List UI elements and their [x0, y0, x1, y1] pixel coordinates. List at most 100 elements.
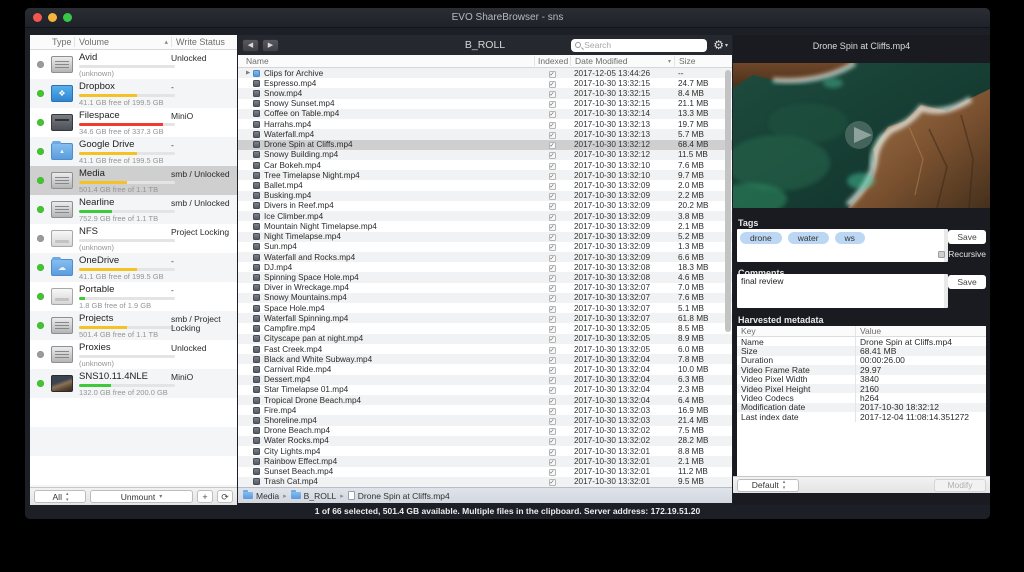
volume-row[interactable]: Projects 501.4 GB free of 1.1 TB smb / P… — [30, 311, 237, 340]
file-row[interactable]: Space Hole.mp4 ✓ 2017-10-30 13:32:07 5.1… — [238, 303, 732, 313]
file-row[interactable]: Drone Beach.mp4 ✓ 2017-10-30 13:32:02 7.… — [238, 426, 732, 436]
tags-box[interactable]: drone waterws — [737, 229, 948, 262]
actions-menu-button[interactable]: ⚙ ▾ — [713, 38, 728, 52]
column-header-value[interactable]: Value — [855, 326, 986, 336]
indexed-checkbox[interactable]: ✓ — [549, 347, 556, 354]
indexed-checkbox[interactable]: ✓ — [549, 438, 556, 445]
indexed-checkbox[interactable]: ✓ — [549, 81, 556, 88]
file-row[interactable]: Water Rocks.mp4 ✓ 2017-10-30 13:32:02 28… — [238, 436, 732, 446]
indexed-checkbox[interactable]: ✓ — [549, 285, 556, 292]
volume-row[interactable]: Media 501.4 GB free of 1.1 TB smb / Unlo… — [30, 166, 237, 195]
volume-row[interactable]: Nearline 752.9 GB free of 1.1 TB smb / U… — [30, 195, 237, 224]
indexed-checkbox[interactable]: ✓ — [549, 469, 556, 476]
indexed-checkbox[interactable]: ✓ — [549, 132, 556, 139]
preset-select[interactable]: Default ▴▾ — [737, 479, 799, 492]
file-row[interactable]: Drone Spin at Cliffs.mp4 ✓ 2017-10-30 13… — [238, 140, 732, 150]
file-row[interactable]: Rainbow Effect.mp4 ✓ 2017-10-30 13:32:01… — [238, 456, 732, 466]
zoom-window-button[interactable] — [63, 13, 72, 22]
file-row[interactable]: Mountain Night Timelapse.mp4 ✓ 2017-10-3… — [238, 221, 732, 231]
file-row[interactable]: Coffee on Table.mp4 ✓ 2017-10-30 13:32:1… — [238, 109, 732, 119]
indexed-checkbox[interactable]: ✓ — [549, 244, 556, 251]
tag-pill[interactable]: drone — [740, 232, 782, 244]
file-row[interactable]: Night Timelapse.mp4 ✓ 2017-10-30 13:32:0… — [238, 232, 732, 242]
indexed-checkbox[interactable]: ✓ — [549, 203, 556, 210]
indexed-checkbox[interactable]: ✓ — [549, 316, 556, 323]
breadcrumb-item[interactable]: Media — [243, 491, 279, 501]
column-header-name[interactable]: Name — [238, 56, 534, 66]
file-row[interactable]: Waterfall Spinning.mp4 ✓ 2017-10-30 13:3… — [238, 313, 732, 323]
indexed-checkbox[interactable]: ✓ — [549, 122, 556, 129]
indexed-checkbox[interactable]: ✓ — [549, 336, 556, 343]
volume-row[interactable]: Google Drive 41.1 GB free of 199.5 GB - — [30, 137, 237, 166]
column-header-indexed[interactable]: Indexed — [534, 56, 570, 66]
close-window-button[interactable] — [33, 13, 42, 22]
file-row[interactable]: Spinning Space Hole.mp4 ✓ 2017-10-30 13:… — [238, 272, 732, 282]
indexed-checkbox[interactable]: ✓ — [549, 357, 556, 364]
file-row[interactable]: Snowy Building.mp4 ✓ 2017-10-30 13:32:12… — [238, 150, 732, 160]
file-row[interactable]: Black and White Subway.mp4 ✓ 2017-10-30 … — [238, 354, 732, 364]
indexed-checkbox[interactable]: ✓ — [549, 91, 556, 98]
recursive-checkbox[interactable] — [938, 251, 945, 258]
tag-pill[interactable]: ws — [835, 232, 865, 244]
indexed-checkbox[interactable]: ✓ — [549, 459, 556, 466]
file-row[interactable]: Campfire.mp4 ✓ 2017-10-30 13:32:05 8.5 M… — [238, 323, 732, 333]
indexed-checkbox[interactable]: ✓ — [549, 163, 556, 170]
unmount-select[interactable]: Unmount ▾ — [90, 490, 193, 503]
file-row[interactable]: ▶ Clips for Archive ✓ 2017-12-05 13:44:2… — [238, 68, 732, 78]
search-field[interactable] — [571, 39, 707, 52]
indexed-checkbox[interactable]: ✓ — [549, 71, 556, 78]
indexed-checkbox[interactable]: ✓ — [549, 326, 556, 333]
file-row[interactable]: Dessert.mp4 ✓ 2017-10-30 13:32:04 6.3 MB — [238, 375, 732, 385]
file-row[interactable]: Waterfall and Rocks.mp4 ✓ 2017-10-30 13:… — [238, 252, 732, 262]
file-row[interactable]: Diver in Wreckage.mp4 ✓ 2017-10-30 13:32… — [238, 283, 732, 293]
file-row[interactable]: Snowy Sunset.mp4 ✓ 2017-10-30 13:32:15 2… — [238, 99, 732, 109]
file-row[interactable]: Waterfall.mp4 ✓ 2017-10-30 13:32:13 5.7 … — [238, 129, 732, 139]
indexed-checkbox[interactable]: ✓ — [549, 101, 556, 108]
indexed-checkbox[interactable]: ✓ — [549, 214, 556, 221]
search-input[interactable] — [584, 40, 703, 50]
file-row[interactable]: Carnival Ride.mp4 ✓ 2017-10-30 13:32:04 … — [238, 364, 732, 374]
file-row[interactable]: Snow.mp4 ✓ 2017-10-30 13:32:15 8.4 MB — [238, 88, 732, 98]
breadcrumb-item[interactable]: Drone Spin at Cliffs.mp4 — [348, 491, 450, 501]
tag-pill[interactable]: water — [788, 232, 829, 244]
file-row[interactable]: Ballet.mp4 ✓ 2017-10-30 13:32:09 2.0 MB — [238, 180, 732, 190]
indexed-checkbox[interactable]: ✓ — [549, 193, 556, 200]
disclosure-triangle-icon[interactable]: ▶ — [246, 70, 253, 76]
column-header-size[interactable]: Size — [674, 56, 732, 66]
column-header-key[interactable]: Key — [737, 326, 855, 336]
minimize-window-button[interactable] — [48, 13, 57, 22]
column-header-date-modified[interactable]: Date Modified ▾ — [570, 56, 674, 66]
file-row[interactable]: Fast Creek.mp4 ✓ 2017-10-30 13:32:05 6.0… — [238, 344, 732, 354]
breadcrumb-item[interactable]: B_ROLL — [291, 491, 337, 501]
indexed-checkbox[interactable]: ✓ — [549, 234, 556, 241]
add-volume-button[interactable]: + — [197, 490, 213, 503]
indexed-checkbox[interactable]: ✓ — [549, 408, 556, 415]
file-row[interactable]: Cityscape pan at night.mp4 ✓ 2017-10-30 … — [238, 334, 732, 344]
indexed-checkbox[interactable]: ✓ — [549, 275, 556, 282]
indexed-checkbox[interactable]: ✓ — [549, 183, 556, 190]
indexed-checkbox[interactable]: ✓ — [549, 479, 556, 486]
video-preview[interactable] — [733, 63, 990, 208]
file-row[interactable]: Sunset Beach.mp4 ✓ 2017-10-30 13:32:01 1… — [238, 467, 732, 477]
volume-filter-select[interactable]: All ▴▾ — [34, 490, 86, 503]
indexed-checkbox[interactable]: ✓ — [549, 152, 556, 159]
volume-row[interactable]: SNS10.11.4NLE 132.0 GB free of 200.0 GB … — [30, 369, 237, 398]
volume-row[interactable]: Portable 1.8 GB free of 1.9 GB - — [30, 282, 237, 311]
indexed-checkbox[interactable]: ✓ — [549, 173, 556, 180]
indexed-checkbox[interactable]: ✓ — [549, 377, 556, 384]
refresh-volumes-button[interactable]: ⟳ — [217, 490, 233, 503]
file-row[interactable]: Ice Climber.mp4 ✓ 2017-10-30 13:32:09 3.… — [238, 211, 732, 221]
file-row[interactable]: Tree Timelapse Night.mp4 ✓ 2017-10-30 13… — [238, 170, 732, 180]
file-row[interactable]: Espresso.mp4 ✓ 2017-10-30 13:32:15 24.7 … — [238, 78, 732, 88]
comments-input[interactable]: final review — [737, 274, 948, 308]
file-row[interactable]: Divers in Reef.mp4 ✓ 2017-10-30 13:32:09… — [238, 201, 732, 211]
indexed-checkbox[interactable]: ✓ — [549, 418, 556, 425]
indexed-checkbox[interactable]: ✓ — [549, 428, 556, 435]
file-row[interactable]: Shoreline.mp4 ✓ 2017-10-30 13:32:03 21.4… — [238, 415, 732, 425]
file-row[interactable]: City Lights.mp4 ✓ 2017-10-30 13:32:01 8.… — [238, 446, 732, 456]
indexed-checkbox[interactable]: ✓ — [549, 255, 556, 262]
volume-row[interactable]: Avid (unknown) Unlocked — [30, 50, 237, 79]
recursive-option[interactable]: Recursive — [938, 249, 986, 259]
indexed-checkbox[interactable]: ✓ — [549, 306, 556, 313]
file-list-scrollbar[interactable] — [725, 70, 731, 332]
